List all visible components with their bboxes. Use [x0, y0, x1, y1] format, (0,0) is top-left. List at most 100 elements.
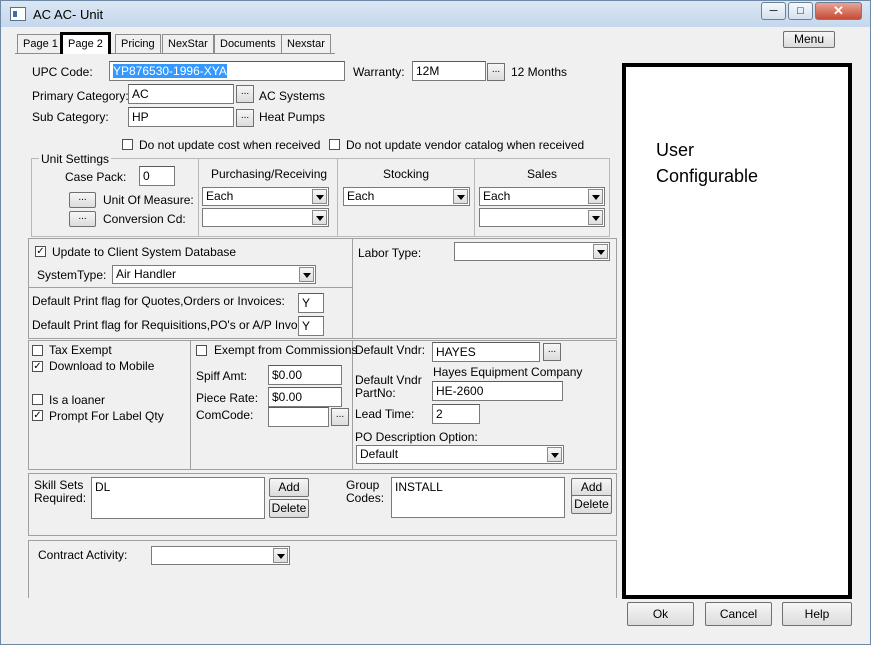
chevron-down-icon[interactable]: [453, 189, 468, 204]
help-button[interactable]: Help: [782, 602, 852, 626]
divider: [337, 158, 338, 237]
po-description-select[interactable]: Default: [356, 445, 564, 464]
spiff-label: Spiff Amt:: [196, 369, 248, 383]
group-codes-list[interactable]: INSTALL: [391, 477, 565, 518]
skill-sets-list[interactable]: DL: [91, 477, 265, 519]
upc-value: YP876530-1996-XYA: [113, 64, 227, 78]
warranty-input[interactable]: 12M: [412, 61, 486, 81]
comcode-input[interactable]: [268, 407, 329, 427]
piece-rate-input[interactable]: $0.00: [268, 387, 342, 407]
skills-label-line1: Skill Sets: [34, 478, 84, 492]
tab-pricing[interactable]: Pricing: [115, 34, 161, 53]
default-vendor-input[interactable]: HAYES: [432, 342, 540, 362]
tab-nexstar[interactable]: NexStar: [162, 34, 214, 53]
uom-label: Unit Of Measure:: [103, 193, 194, 207]
purchasing-uom-value: Each: [206, 189, 234, 203]
vendor-partno-input[interactable]: HE-2600: [432, 381, 563, 401]
purchasing-uom-select[interactable]: Each: [202, 187, 329, 206]
title-bar[interactable]: AC AC- Unit ─ □ ✕: [1, 1, 870, 27]
sales-uom-value: Each: [483, 189, 511, 203]
sales-uom-select[interactable]: Each: [479, 187, 605, 206]
add-skill-button[interactable]: Add: [269, 478, 309, 497]
purchasing-conversion-select[interactable]: [202, 208, 329, 227]
no-update-vendor-checkbox[interactable]: [329, 139, 340, 150]
upc-label: UPC Code:: [32, 65, 93, 79]
ok-button[interactable]: Ok: [627, 602, 694, 626]
delete-skill-button[interactable]: Delete: [269, 499, 309, 518]
po-description-value: Default: [360, 447, 399, 461]
tab-page-1[interactable]: Page 1: [17, 34, 64, 53]
no-update-cost-label: Do not update cost when received: [139, 138, 321, 152]
chevron-down-icon[interactable]: [588, 210, 603, 225]
minimize-button[interactable]: ─: [761, 2, 786, 20]
vendor-partno-label-line2: PartNo:: [355, 386, 396, 400]
conversion-lookup-button[interactable]: ...: [69, 211, 96, 227]
no-update-cost-checkbox[interactable]: [122, 139, 133, 150]
comcode-label: ComCode:: [196, 408, 254, 422]
divider: [190, 340, 191, 470]
labor-type-select[interactable]: [454, 242, 610, 261]
warranty-label: Warranty:: [353, 65, 405, 79]
uom-lookup-button[interactable]: ...: [69, 192, 96, 208]
lead-time-input[interactable]: 2: [432, 404, 480, 424]
upc-input[interactable]: YP876530-1996-XYA: [109, 61, 345, 81]
tab-documents[interactable]: Documents: [214, 34, 282, 53]
chevron-down-icon[interactable]: [588, 189, 603, 204]
print-quotes-label: Default Print flag for Quotes,Orders or …: [32, 294, 285, 308]
primary-category-desc: AC Systems: [259, 89, 326, 103]
close-button[interactable]: ✕: [815, 2, 862, 20]
cancel-button[interactable]: Cancel: [705, 602, 772, 626]
download-mobile-checkbox[interactable]: ✓: [32, 361, 43, 372]
system-type-label: SystemType:: [37, 268, 107, 282]
exempt-commissions-checkbox[interactable]: [196, 345, 207, 356]
sub-category-input[interactable]: HP: [128, 107, 234, 127]
chevron-down-icon[interactable]: [273, 548, 288, 563]
delete-group-button[interactable]: Delete: [571, 495, 612, 514]
update-client-db-checkbox[interactable]: ✓: [35, 246, 46, 257]
stocking-header: Stocking: [383, 167, 430, 181]
primary-category-label: Primary Category:: [32, 89, 129, 103]
tab-page-2[interactable]: Page 2: [60, 32, 111, 54]
case-pack-input[interactable]: 0: [139, 166, 175, 186]
system-type-select[interactable]: Air Handler: [112, 265, 316, 284]
print-req-label: Default Print flag for Requisitions,PO's…: [32, 318, 323, 332]
tab-nexstar-2[interactable]: Nexstar: [281, 34, 331, 53]
chevron-down-icon[interactable]: [593, 244, 608, 259]
lead-time-label: Lead Time:: [355, 407, 415, 421]
group-codes-label-line2: Codes:: [346, 491, 385, 505]
maximize-button[interactable]: □: [788, 2, 813, 20]
stocking-uom-select[interactable]: Each: [343, 187, 470, 206]
divider: [28, 287, 352, 288]
primary-category-input[interactable]: AC: [128, 84, 234, 104]
sub-category-lookup-button[interactable]: ...: [236, 109, 254, 127]
window-title: AC AC- Unit: [33, 7, 104, 22]
divider: [474, 158, 475, 237]
warranty-lookup-button[interactable]: ...: [487, 63, 505, 81]
sub-category-desc: Heat Pumps: [259, 110, 326, 124]
spiff-input[interactable]: $0.00: [268, 365, 342, 385]
comcode-lookup-button[interactable]: ...: [331, 408, 349, 426]
chevron-down-icon[interactable]: [547, 447, 562, 462]
primary-category-lookup-button[interactable]: ...: [236, 85, 254, 103]
chevron-down-icon[interactable]: [312, 189, 327, 204]
update-client-db-label: Update to Client System Database: [52, 245, 237, 259]
po-description-label: PO Description Option:: [355, 430, 478, 444]
chevron-down-icon[interactable]: [312, 210, 327, 225]
menu-button[interactable]: Menu: [783, 31, 835, 48]
warranty-desc: 12 Months: [511, 65, 568, 79]
divider: [352, 238, 353, 339]
sales-conversion-select[interactable]: [479, 208, 605, 227]
divider: [198, 158, 199, 237]
chevron-down-icon[interactable]: [299, 267, 314, 282]
stocking-uom-value: Each: [347, 189, 375, 203]
prompt-label-qty-checkbox[interactable]: ✓: [32, 410, 43, 421]
print-req-input[interactable]: Y: [298, 316, 324, 336]
default-vendor-lookup-button[interactable]: ...: [543, 343, 561, 361]
prompt-label-qty-label: Prompt For Label Qty: [49, 409, 164, 423]
user-configurable-text: User Configurable: [656, 140, 759, 186]
contract-activity-select[interactable]: [151, 546, 290, 565]
is-loaner-checkbox[interactable]: [32, 394, 43, 405]
conversion-label: Conversion Cd:: [103, 212, 186, 226]
tax-exempt-checkbox[interactable]: [32, 345, 43, 356]
print-quotes-input[interactable]: Y: [298, 293, 324, 313]
